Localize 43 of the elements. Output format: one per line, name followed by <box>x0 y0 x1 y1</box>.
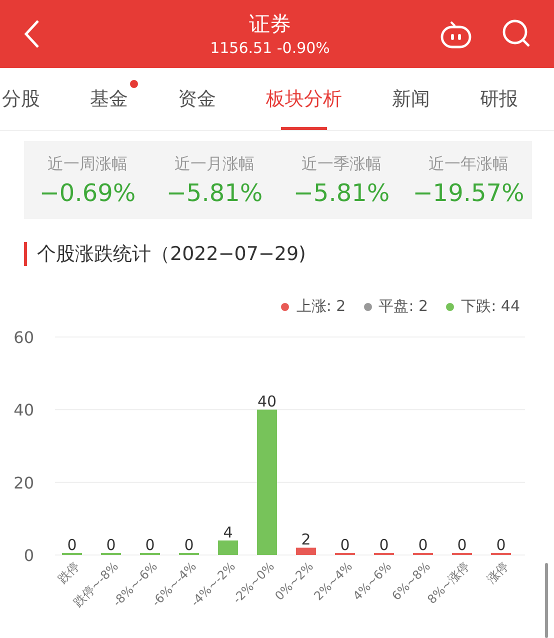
stat-label: 近一月涨幅 <box>174 154 254 174</box>
bar-value: 0 <box>379 536 389 554</box>
index-quote: 1156.51 -0.90% <box>210 38 330 58</box>
bar-value: 0 <box>457 536 467 554</box>
bar-value: 0 <box>418 536 428 554</box>
stat-value: −19.57% <box>412 178 524 206</box>
category-label: 涨停 <box>484 559 512 586</box>
tab[interactable]: 基金 <box>90 68 128 130</box>
stat-label: 近一周涨幅 <box>48 154 128 174</box>
bar <box>218 540 238 555</box>
bar-value: 40 <box>257 392 277 411</box>
bar-value: 0 <box>496 536 506 554</box>
axis-label: 40 <box>14 400 34 420</box>
back-icon[interactable] <box>24 20 40 48</box>
bar-value: 2 <box>301 530 311 549</box>
section-marker <box>24 242 27 266</box>
bar-value: 0 <box>67 536 77 554</box>
axis-label: 20 <box>14 473 34 492</box>
legend-label: 下跌: 44 <box>461 297 520 316</box>
bar-value: 4 <box>223 523 233 542</box>
bar-value: 0 <box>340 536 350 554</box>
stat-label: 近一季涨幅 <box>302 154 382 174</box>
section-title: 个股涨跌统计（2022−07−29) <box>37 242 306 267</box>
legend-label: 上涨: 2 <box>296 297 346 316</box>
page-title: 证券 <box>249 11 291 38</box>
tab[interactable]: 分股 <box>2 68 40 130</box>
search-icon[interactable] <box>502 19 532 49</box>
tab[interactable]: 研报 <box>480 68 518 130</box>
bar-value: 0 <box>184 536 194 554</box>
tab[interactable]: 资金 <box>178 68 216 130</box>
axis-label: 0 <box>24 546 34 565</box>
stat-value: −5.81% <box>293 178 390 206</box>
tab[interactable]: 新闻 <box>392 68 430 130</box>
axis-label: 60 <box>14 328 34 347</box>
legend-label: 平盘: 2 <box>378 297 428 316</box>
bar-value: 0 <box>106 536 116 554</box>
category-label: 跌停 <box>55 559 82 586</box>
tab[interactable]: 板块分析 <box>266 68 342 130</box>
stat-value: −5.81% <box>166 178 263 206</box>
stat-label: 近一年涨幅 <box>428 154 508 174</box>
bar-value: 0 <box>145 536 155 554</box>
stat-value: −0.69% <box>39 178 136 206</box>
bar <box>296 548 316 555</box>
